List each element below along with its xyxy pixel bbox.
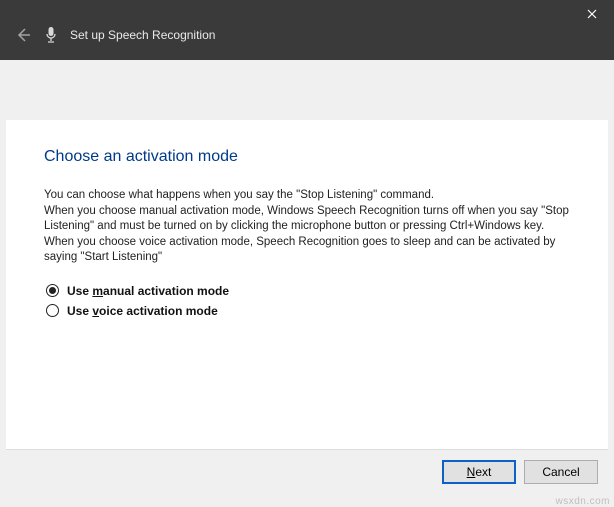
radio-label-manual: Use manual activation mode: [67, 284, 229, 298]
description-text: You can choose what happens when you say…: [44, 188, 570, 266]
wizard-body: Choose an activation mode You can choose…: [0, 60, 614, 507]
close-button[interactable]: [570, 0, 614, 28]
activation-options: Use manual activation mode Use voice act…: [46, 284, 570, 318]
close-icon: [587, 9, 597, 19]
button-bar: Next Cancel: [6, 449, 608, 493]
next-button[interactable]: Next: [442, 460, 516, 484]
watermark-text: wsxdn.com: [555, 496, 610, 507]
page-heading: Choose an activation mode: [44, 148, 570, 166]
radio-indicator-icon: [46, 284, 59, 297]
radio-label-voice: Use voice activation mode: [67, 304, 218, 318]
cancel-button[interactable]: Cancel: [524, 460, 598, 484]
microphone-icon: [44, 26, 58, 44]
content-panel: Choose an activation mode You can choose…: [6, 120, 608, 449]
back-arrow-icon: [15, 27, 31, 43]
radio-manual-activation[interactable]: Use manual activation mode: [46, 284, 570, 298]
back-button[interactable]: [14, 26, 32, 44]
radio-voice-activation[interactable]: Use voice activation mode: [46, 304, 570, 318]
window-title: Set up Speech Recognition: [70, 28, 215, 42]
radio-indicator-icon: [46, 304, 59, 317]
titlebar: Set up Speech Recognition: [0, 0, 614, 60]
